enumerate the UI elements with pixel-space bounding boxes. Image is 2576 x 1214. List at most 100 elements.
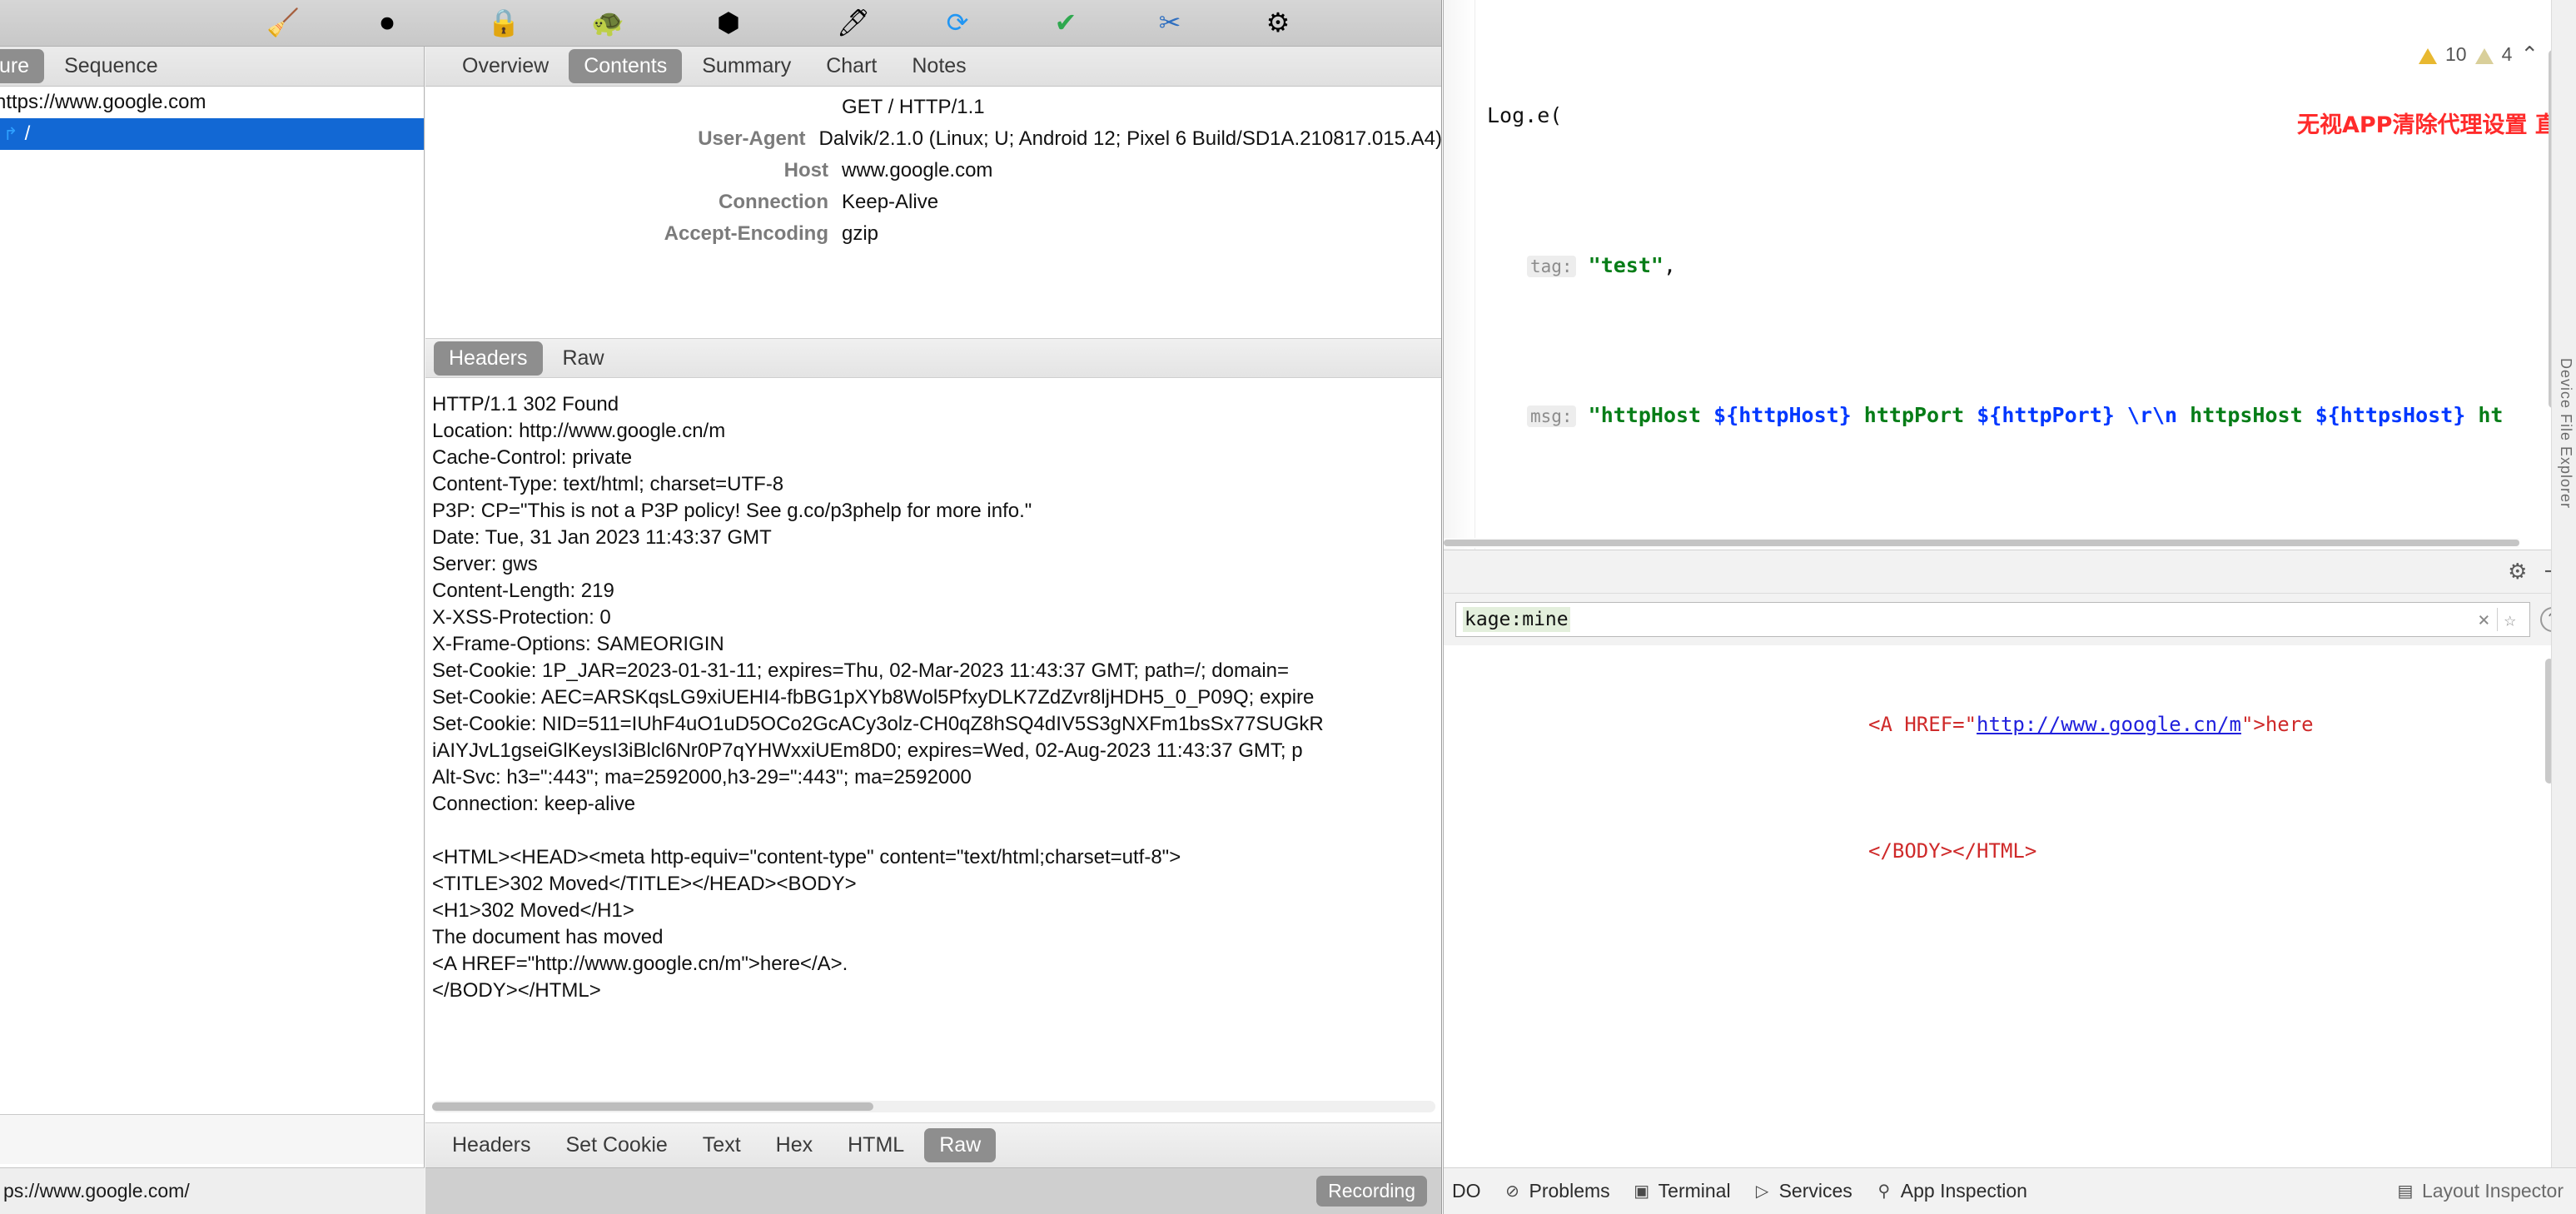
favorite-star-icon[interactable]: ☆ (2496, 608, 2523, 631)
viewtab-set-cookie[interactable]: Set Cookie (551, 1128, 683, 1162)
status-item-services[interactable]: ▷ Services (1753, 1180, 1852, 1202)
code-editor[interactable]: 10 4 ⌃ ⌄ Log.e( tag: "test", msg: "httpH… (1444, 0, 2576, 550)
scrollbar-thumb[interactable] (1444, 540, 2519, 546)
tab-notes[interactable]: Notes (897, 49, 981, 83)
editor-horizontal-scrollbar[interactable] (1444, 538, 2519, 548)
pen-icon[interactable]: 🖊 (833, 2, 874, 43)
header-key: Accept-Encoding (664, 222, 828, 245)
session-pane: ture Sequence https://www.google.com ↱ /… (0, 47, 425, 1214)
code-punct: , (1663, 253, 1677, 277)
status-left-fragment: DO (1452, 1180, 1481, 1202)
hexagon-icon[interactable]: ⬢ (708, 2, 749, 43)
rail-label-device-file-explorer[interactable]: Device File Explorer (2557, 358, 2574, 509)
tab-summary[interactable]: Summary (687, 49, 806, 83)
tab-sequence[interactable]: Sequence (49, 49, 173, 83)
logcat-output[interactable]: <A HREF="http://www.google.cn/m">here </… (1444, 645, 2576, 1168)
session-host-label: https://www.google.com (0, 91, 206, 113)
annotation-note: 无视APP清除代理设置 直接抓到包 (2297, 112, 2576, 138)
broom-icon[interactable]: 🧹 (262, 2, 304, 43)
lock-icon[interactable]: 🔒 (483, 2, 525, 43)
header-value: gzip (842, 222, 879, 245)
session-footer (0, 1114, 424, 1164)
android-studio-window: 10 4 ⌃ ⌄ Log.e( tag: "test", msg: "httpH… (1443, 0, 2576, 1214)
refresh-icon[interactable]: ⟳ (937, 2, 978, 43)
viewtab-hex[interactable]: Hex (761, 1128, 828, 1162)
tab-overview[interactable]: Overview (447, 49, 564, 83)
tab-structure[interactable]: ture (0, 49, 45, 83)
right-toolwindow-rail: Device File Explorer (2551, 0, 2576, 1167)
msg-part: httpPort (1851, 403, 1977, 427)
problems-icon: ⊘ (1505, 1182, 1519, 1201)
record-icon[interactable]: ⏺ (366, 2, 408, 43)
code-line: msg: "httpHost ${httpHost} httpPort ${ht… (1487, 396, 2576, 434)
status-item-layout-inspector[interactable]: ▤ Layout Inspector (2395, 1180, 2564, 1202)
list-item[interactable]: ↱ / (0, 118, 424, 150)
recording-status-badge[interactable]: Recording (1316, 1176, 1427, 1207)
msg-part: ${httpPort} (1977, 403, 2115, 427)
msg-part: ht (2465, 403, 2504, 427)
status-item-label: Layout Inspector (2421, 1180, 2564, 1202)
status-item-problems[interactable]: ⊘ Problems (1503, 1180, 1610, 1202)
viewtab-text[interactable]: Text (688, 1128, 756, 1162)
logcat-panel: ⚙ − kage:mine × ☆ ? <A HREF="http://www.… (1444, 550, 2576, 1167)
list-item[interactable]: https://www.google.com (0, 87, 424, 118)
charles-proxy-window: 🧹 ⏺ 🔒 🐢 ⬢ 🖊 ⟳ ✔ ✂ ⚙ ture Sequence https:… (0, 0, 1442, 1214)
screen-root: 🧹 ⏺ 🔒 🐢 ⬢ 🖊 ⟳ ✔ ✂ ⚙ ture Sequence https:… (0, 0, 2576, 1214)
tools-icon[interactable]: ✂ (1149, 2, 1191, 43)
subtab-raw[interactable]: Raw (548, 341, 619, 376)
editor-gutter (1444, 0, 1475, 550)
subtab-headers[interactable]: Headers (434, 341, 543, 376)
table-row: Accept-Encoding gzip (425, 218, 1441, 250)
log-line-blank (1444, 962, 2576, 993)
status-item-label: Terminal (1658, 1180, 1731, 1202)
tab-chart[interactable]: Chart (811, 49, 892, 83)
gear-icon[interactable]: ⚙ (2508, 559, 2527, 585)
status-item-label: App Inspection (1900, 1180, 2027, 1202)
status-item-app-inspection[interactable]: ⚲ App Inspection (1874, 1180, 2027, 1202)
tab-contents[interactable]: Contents (569, 49, 683, 83)
logcat-filterbar: kage:mine × ☆ ? (1444, 594, 2576, 645)
msg-part (2115, 403, 2127, 427)
settings-icon[interactable]: ⚙ (1257, 2, 1299, 43)
clear-icon[interactable]: × (2471, 608, 2496, 631)
request-line-value: GET / HTTP/1.1 (842, 96, 985, 118)
code-content: Log.e( tag: "test", msg: "httpHost ${htt… (1487, 22, 2576, 550)
logcat-toolbar: ⚙ − (1444, 550, 2576, 594)
param-hint-tag: tag: (1527, 256, 1576, 277)
layout-inspector-icon: ▤ (2397, 1182, 2414, 1201)
header-key: Host (783, 159, 828, 182)
code-text: Log.e( (1487, 103, 1563, 127)
session-list: https://www.google.com ↱ / (0, 87, 424, 1114)
log-text: <A HREF=" (1868, 713, 1977, 736)
log-link[interactable]: http://www.google.cn/m (1977, 713, 2241, 736)
session-path-label: / (24, 122, 31, 145)
response-horizontal-scrollbar[interactable] (432, 1101, 1435, 1112)
scrollbar-thumb[interactable] (432, 1102, 873, 1111)
header-key: Connection (719, 191, 828, 213)
terminal-icon: ▣ (1634, 1182, 1650, 1201)
turtle-icon[interactable]: 🐢 (587, 2, 629, 43)
log-text: ">here (2240, 713, 2314, 736)
request-headers-table: GET / HTTP/1.1 User-Agent Dalvik/2.1.0 (… (425, 92, 1441, 250)
app-inspection-icon: ⚲ (1877, 1182, 1891, 1201)
viewtab-headers[interactable]: Headers (437, 1128, 546, 1162)
services-icon: ▷ (1755, 1182, 1769, 1201)
charles-toolbar: 🧹 ⏺ 🔒 🐢 ⬢ 🖊 ⟳ ✔ ✂ ⚙ (0, 0, 1441, 47)
check-icon[interactable]: ✔ (1045, 2, 1087, 43)
viewtab-raw[interactable]: Raw (924, 1128, 997, 1162)
status-item-terminal[interactable]: ▣ Terminal (1632, 1180, 1731, 1202)
code-line: tag: "test", (1487, 246, 2576, 284)
detail-tabbar: Overview Contents Summary Chart Notes (425, 47, 1441, 87)
logcat-search-input[interactable]: kage:mine × ☆ (1455, 602, 2530, 637)
table-row: Host www.google.com (425, 155, 1441, 187)
detail-pane: Overview Contents Summary Chart Notes GE… (425, 47, 1441, 1214)
response-subtabbar: Headers Raw (425, 338, 1441, 378)
status-item-label: Problems (1529, 1180, 1610, 1202)
table-row: Connection Keep-Alive (425, 187, 1441, 218)
table-row: GET / HTTP/1.1 (425, 92, 1441, 123)
msg-part: ${httpsHost} (2315, 403, 2466, 427)
msg-part: ${httpHost} (1713, 403, 1852, 427)
viewer-tabbar: Headers Set Cookie Text Hex HTML Raw (425, 1122, 1441, 1167)
response-raw-body: HTTP/1.1 302 Found Location: http://www.… (425, 380, 1441, 1139)
viewtab-html[interactable]: HTML (833, 1128, 919, 1162)
